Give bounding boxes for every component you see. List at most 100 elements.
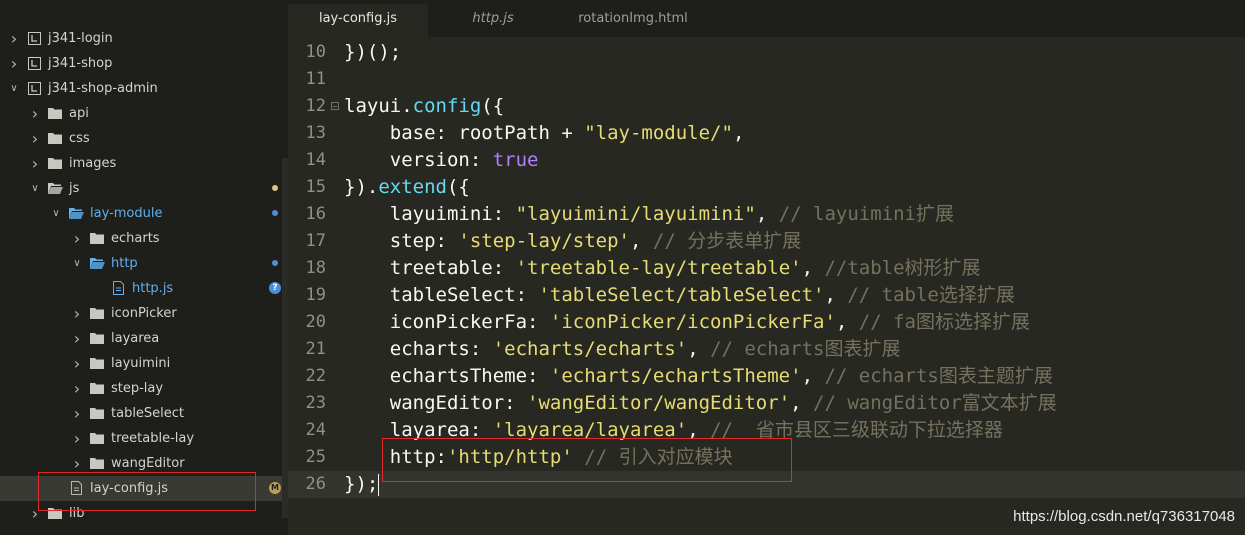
code-token: echarts: xyxy=(344,338,493,360)
code-line-16[interactable]: 16 layuimini: "layuimini/layuimini", // … xyxy=(288,201,1245,228)
chevron-right-icon[interactable]: › xyxy=(71,226,83,251)
code-token: // 省市县区三级联动下拉选择器 xyxy=(710,419,1003,441)
code-line-11[interactable]: 11 xyxy=(288,66,1245,93)
code-token: }); xyxy=(344,473,379,495)
tree-item-j341-shop[interactable]: › j341-shop xyxy=(0,51,282,76)
tree-item-j341-shop-admin[interactable]: ∨ j341-shop-admin xyxy=(0,76,282,101)
chevron-right-icon[interactable]: › xyxy=(71,451,83,476)
code-line-19[interactable]: 19 tableSelect: 'tableSelect/tableSelect… xyxy=(288,282,1245,309)
chevron-down-icon[interactable]: ∨ xyxy=(29,176,41,201)
chevron-down-icon[interactable]: ∨ xyxy=(71,251,83,276)
tree-item-label: css xyxy=(69,130,90,146)
code-token: , xyxy=(801,257,825,279)
tree-item-label: wangEditor xyxy=(111,455,185,471)
line-number: 20 xyxy=(305,312,326,332)
tree-item-layarea[interactable]: › layarea xyxy=(0,326,282,351)
code-token: // table选择扩展 xyxy=(847,284,1015,306)
tree-item-js[interactable]: ∨ js xyxy=(0,176,282,201)
tree-item-label: j341-shop xyxy=(48,55,113,71)
code-line-26[interactable]: 26}); xyxy=(288,471,1245,498)
code-line-14[interactable]: 14 version: true xyxy=(288,147,1245,174)
code-token: extend xyxy=(378,176,447,198)
folder-open-icon xyxy=(47,181,63,195)
tree-item-j341-login[interactable]: › j341-login xyxy=(0,26,282,51)
tree-item-lib[interactable]: › lib xyxy=(0,501,282,526)
code-line-12[interactable]: 12 layui.config({ xyxy=(288,93,1245,120)
tree-item-tableselect[interactable]: › tableSelect xyxy=(0,401,282,426)
tree-item-echarts[interactable]: › echarts xyxy=(0,226,282,251)
tree-item-label: j341-shop-admin xyxy=(48,80,158,96)
tree-item-lay-module[interactable]: ∨ lay-module xyxy=(0,201,282,226)
code-token: // 引入对应模块 xyxy=(584,446,733,468)
tree-item-api[interactable]: › api xyxy=(0,101,282,126)
tab-http-js[interactable]: http.js xyxy=(428,4,558,37)
folder-icon xyxy=(89,406,105,420)
chevron-right-icon[interactable]: › xyxy=(71,301,83,326)
folder-icon xyxy=(47,506,63,520)
fold-toggle-icon[interactable] xyxy=(331,102,339,110)
tree-item-label: j341-login xyxy=(48,30,113,46)
code-text: http:'http/http' // 引入对应模块 xyxy=(344,444,733,471)
chevron-right-icon[interactable]: › xyxy=(71,426,83,451)
chevron-right-icon[interactable]: › xyxy=(8,26,20,51)
chevron-right-icon[interactable]: › xyxy=(71,401,83,426)
chevron-right-icon[interactable]: › xyxy=(71,351,83,376)
code-text: }).extend({ xyxy=(344,174,470,201)
tree-item-label: lay-module xyxy=(90,205,163,221)
code-line-17[interactable]: 17 step: 'step-lay/step', // 分步表单扩展 xyxy=(288,228,1245,255)
chevron-right-icon[interactable]: › xyxy=(29,101,41,126)
tree-item-step-lay[interactable]: › step-lay xyxy=(0,376,282,401)
tab-lay-config-js[interactable]: lay-config.js xyxy=(288,4,428,37)
code-token: step: xyxy=(344,230,459,252)
code-token: // wangEditor富文本扩展 xyxy=(813,392,1057,414)
tree-item-http[interactable]: ∨ http xyxy=(0,251,282,276)
code-line-22[interactable]: 22 echartsTheme: 'echarts/echartsTheme',… xyxy=(288,363,1245,390)
tree-item-lay-config-js[interactable]: lay-config.js M xyxy=(0,475,282,501)
code-token: 'tableSelect/tableSelect' xyxy=(538,284,825,306)
chevron-right-icon[interactable]: › xyxy=(29,126,41,151)
folder-open-icon xyxy=(89,256,105,270)
code-line-21[interactable]: 21 echarts: 'echarts/echarts', // echart… xyxy=(288,336,1245,363)
code-line-20[interactable]: 20 iconPickerFa: 'iconPicker/iconPickerF… xyxy=(288,309,1245,336)
code-line-24[interactable]: 24 layarea: 'layarea/layarea', // 省市县区三级… xyxy=(288,417,1245,444)
chevron-right-icon[interactable]: › xyxy=(71,326,83,351)
code-text: }); xyxy=(344,471,380,498)
tree-item-css[interactable]: › css xyxy=(0,126,282,151)
code-token: http: xyxy=(344,446,447,468)
tree-item-http-js[interactable]: http.js? xyxy=(0,276,282,301)
line-number: 25 xyxy=(305,447,326,467)
code-text: layui.config({ xyxy=(344,93,504,120)
chevron-down-icon[interactable]: ∨ xyxy=(50,201,62,226)
code-token: , xyxy=(824,284,848,306)
code-text: layuimini: "layuimini/layuimini", // lay… xyxy=(344,201,954,228)
code-line-23[interactable]: 23 wangEditor: 'wangEditor/wangEditor', … xyxy=(288,390,1245,417)
tree-item-label: lib xyxy=(69,505,85,521)
chevron-right-icon[interactable]: › xyxy=(29,501,41,526)
code-line-13[interactable]: 13 base: rootPath + "lay-module/", xyxy=(288,120,1245,147)
code-line-25[interactable]: 25 http:'http/http' // 引入对应模块 xyxy=(288,444,1245,471)
code-line-10[interactable]: 10})(); xyxy=(288,39,1245,66)
tree-item-label: http.js xyxy=(132,280,174,296)
code-token: , xyxy=(790,392,814,414)
tree-item-iconpicker[interactable]: › iconPicker xyxy=(0,301,282,326)
code-text: treetable: 'treetable-lay/treetable', //… xyxy=(344,255,981,282)
code-line-15[interactable]: 15}).extend({ xyxy=(288,174,1245,201)
code-token: // layuimini扩展 xyxy=(778,203,954,225)
chevron-right-icon[interactable]: › xyxy=(71,376,83,401)
project-icon xyxy=(26,81,42,95)
folder-icon xyxy=(47,156,63,170)
chevron-right-icon[interactable]: › xyxy=(8,51,20,76)
tree-item-layuimini[interactable]: › layuimini xyxy=(0,351,282,376)
code-token: wangEditor: xyxy=(344,392,528,414)
chevron-down-icon[interactable]: ∨ xyxy=(8,76,20,101)
chevron-right-icon[interactable]: › xyxy=(29,151,41,176)
code-token: })(); xyxy=(344,41,402,63)
tree-item-treetable-lay[interactable]: › treetable-lay xyxy=(0,426,282,451)
code-editor[interactable]: 10})(); 11 12 layui.config({13 base: rootPa… xyxy=(288,37,1245,535)
tree-item-images[interactable]: › images xyxy=(0,151,282,176)
tree-item-wangeditor[interactable]: › wangEditor xyxy=(0,451,282,476)
code-token: layarea: xyxy=(344,419,493,441)
line-number: 12 xyxy=(305,96,326,116)
code-line-18[interactable]: 18 treetable: 'treetable-lay/treetable',… xyxy=(288,255,1245,282)
tab-rotationimg-html[interactable]: rotationImg.html xyxy=(558,4,708,37)
